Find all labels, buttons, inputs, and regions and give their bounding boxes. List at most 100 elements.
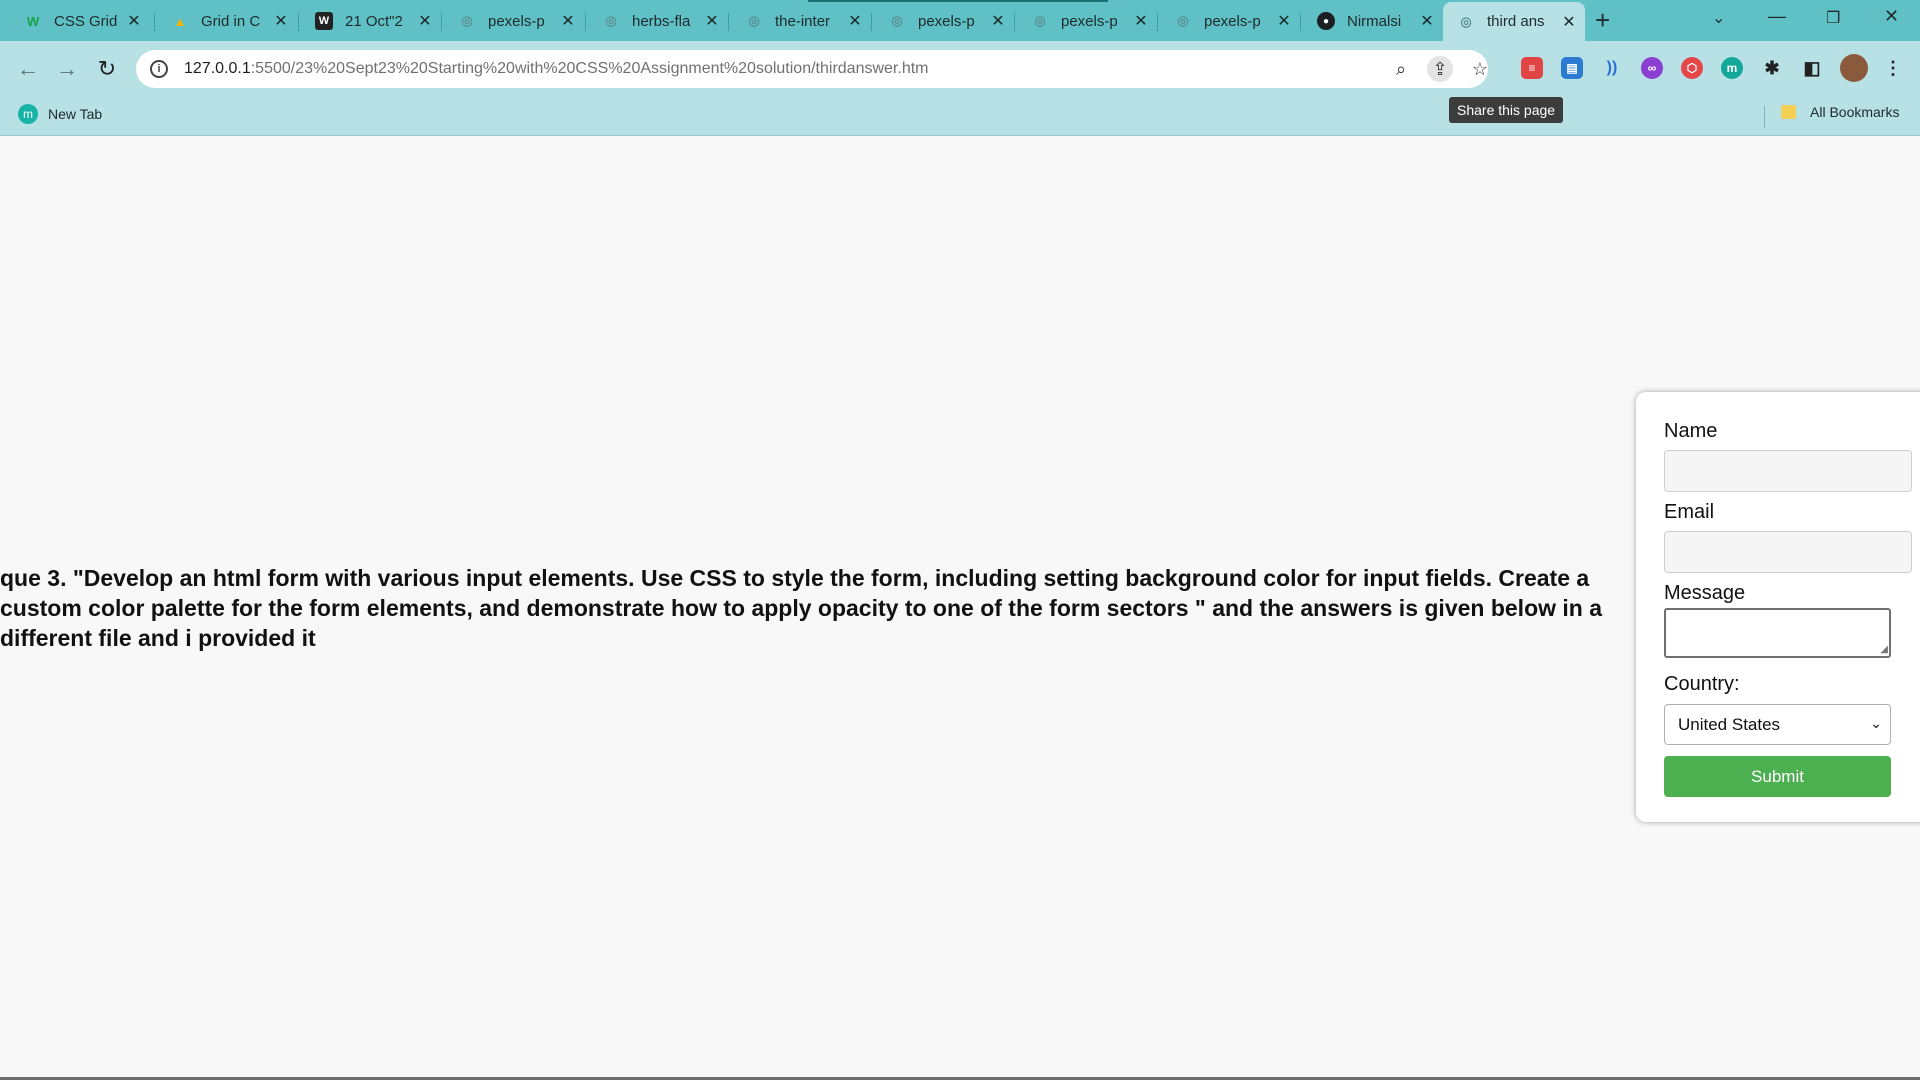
url-host: 127.0.0.1 [184,60,251,77]
tab-3[interactable]: ◎ pexels-p ✕ [444,6,584,36]
share-icon[interactable]: ⇪ [1427,56,1453,82]
globe-icon: ◎ [1460,13,1472,29]
profile-avatar[interactable] [1840,54,1868,82]
todoist-extension-icon[interactable]: ≡ [1521,57,1543,79]
close-icon[interactable]: ✕ [560,11,576,31]
globe-icon: ◎ [461,13,473,28]
site-info-icon[interactable]: i [150,60,168,78]
address-bar[interactable]: i 127.0.0.1:5500/23%20Sept23%20Starting%… [136,50,1488,88]
name-label: Name [1664,420,1718,442]
tab-title: the-inter [775,12,831,30]
chevron-down-icon: ⌄ [1870,715,1882,731]
globe-icon: ◎ [1034,13,1046,28]
tab-9[interactable]: ● Nirmalsi ✕ [1303,6,1443,36]
close-icon[interactable]: ✕ [847,11,863,31]
bookmark-new-tab[interactable]: m New Tab [18,104,102,124]
bookmark-label: New Tab [48,106,103,122]
globe-icon: ◎ [1177,13,1189,28]
tab-title: pexels-p [1061,12,1118,30]
share-tooltip: Share this page [1449,97,1564,123]
restore-icon[interactable]: ❐ [1826,8,1840,28]
tab-loading-indicator [808,0,1108,2]
bookmarks-bar: m New Tab All Bookmarks [0,98,1920,136]
m-extension-icon[interactable]: m [1721,57,1743,79]
tab-6[interactable]: ◎ pexels-p ✕ [874,6,1014,36]
tab-strip: W CSS Grid ✕ ▲ Grid in C ✕ W 21 Oct"2 ✕ … [0,0,1920,41]
close-icon[interactable]: ✕ [1561,12,1577,32]
close-icon[interactable]: ✕ [417,11,433,31]
tab-separator [728,13,729,31]
tab-search-icon[interactable]: ⌄ [1712,8,1725,28]
reload-icon[interactable]: ↻ [91,53,123,85]
wordpress-icon: W [315,12,333,30]
tab-4[interactable]: ◎ herbs-fla ✕ [588,6,728,36]
browser-toolbar: ← → ↻ i 127.0.0.1:5500/23%20Sept23%20Sta… [0,41,1920,98]
tab-separator [1157,13,1158,31]
tab-separator [1014,13,1015,31]
url-text[interactable]: 127.0.0.1:5500/23%20Sept23%20Starting%20… [184,60,928,78]
forward-arrow-icon[interactable]: → [51,53,83,85]
side-panel-icon[interactable]: ◧ [1801,57,1823,79]
tab-separator [585,13,586,31]
bookmark-divider [1764,106,1765,128]
close-icon[interactable]: ✕ [704,11,720,31]
new-tab-button[interactable]: + [1595,5,1610,36]
globe-icon: ◎ [748,13,760,28]
tab-separator [154,13,155,31]
country-selected-value: United States [1678,714,1781,734]
tab-title: pexels-p [918,12,975,30]
tab-title: pexels-p [1204,12,1261,30]
menu-kebab-icon[interactable]: ⋮ [1882,57,1904,79]
country-select[interactable]: United States ⌄ [1664,704,1891,745]
all-bookmarks-button[interactable]: All Bookmarks [1781,104,1899,120]
close-icon[interactable]: ✕ [1276,11,1292,31]
close-icon[interactable]: ✕ [126,11,142,31]
tab-10-active[interactable]: ◎ third ans ✕ [1443,2,1585,41]
folder-icon [1781,105,1796,119]
zoom-icon[interactable]: ⌕ [1388,56,1414,82]
new-extension-icon[interactable]: ▤ [1561,57,1583,79]
tab-8[interactable]: ◎ pexels-p ✕ [1160,6,1300,36]
submit-button[interactable]: Submit [1664,756,1891,797]
google-drive-icon: ▲ [173,13,187,29]
resize-grip-icon[interactable]: ◢ [1880,645,1888,655]
dashlane-extension-icon[interactable]: ⬡ [1681,57,1703,79]
w-logo-icon: W [26,13,40,29]
tab-7[interactable]: ◎ pexels-p ✕ [1017,6,1157,36]
window-close-icon[interactable]: ✕ [1884,6,1899,27]
tab-title: 21 Oct"2 [345,12,403,30]
email-input[interactable] [1664,531,1912,573]
minimize-icon[interactable]: — [1768,6,1786,27]
tab-separator [441,13,442,31]
wave-extension-icon[interactable]: )) [1601,57,1623,79]
tab-separator [298,13,299,31]
tab-title: Grid in C [201,12,261,30]
url-path: :5500/23%20Sept23%20Starting%20with%20CS… [250,60,929,77]
contact-form: Name Email Message ◢ Country: United Sta… [1636,392,1920,822]
country-label: Country: [1664,673,1740,695]
infinity-extension-icon[interactable]: ∞ [1641,57,1663,79]
bookmark-star-icon[interactable]: ☆ [1467,56,1493,82]
tab-title: Nirmalsi [1347,12,1402,30]
extensions-puzzle-icon[interactable]: ✱ [1761,57,1783,79]
name-input[interactable] [1664,450,1912,492]
tab-0[interactable]: W CSS Grid ✕ [10,6,150,36]
tab-separator [1300,13,1301,31]
all-bookmarks-label: All Bookmarks [1810,104,1900,120]
github-icon: ● [1317,12,1335,30]
tab-1[interactable]: ▲ Grid in C ✕ [157,6,297,36]
close-icon[interactable]: ✕ [1133,11,1149,31]
tab-2[interactable]: W 21 Oct"2 ✕ [301,6,441,36]
close-icon[interactable]: ✕ [1419,11,1435,31]
close-icon[interactable]: ✕ [273,11,289,31]
message-label: Message [1664,582,1746,604]
close-icon[interactable]: ✕ [990,11,1006,31]
globe-icon: ◎ [891,13,903,28]
tab-title: CSS Grid [54,12,118,30]
globe-icon: ◎ [605,13,617,28]
email-label: Email [1664,501,1715,523]
tab-5[interactable]: ◎ the-inter ✕ [731,6,871,36]
tab-separator [871,13,872,31]
back-arrow-icon[interactable]: ← [12,53,44,85]
message-textarea[interactable]: ◢ [1664,608,1891,658]
